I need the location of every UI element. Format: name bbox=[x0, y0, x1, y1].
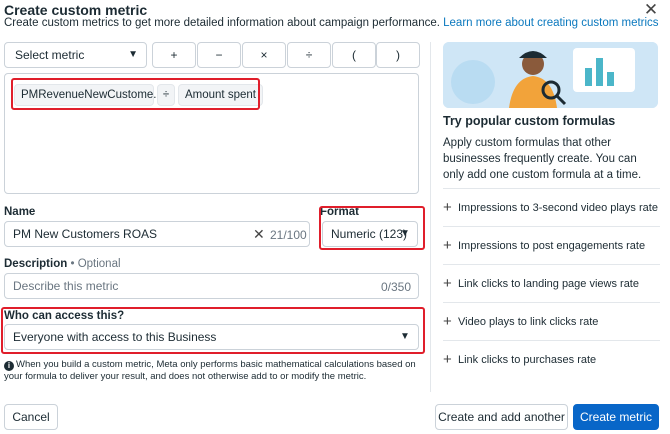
suggestion-label: Link clicks to landing page views rate bbox=[458, 277, 639, 290]
open-paren-button[interactable]: ( bbox=[332, 42, 376, 68]
suggestion-item[interactable]: + Video plays to link clicks rate bbox=[443, 302, 660, 340]
select-metric-dropdown[interactable]: Select metric ▼ bbox=[4, 42, 147, 68]
optional-text: • Optional bbox=[70, 258, 121, 270]
close-paren-button[interactable]: ) bbox=[376, 42, 420, 68]
name-label: Name bbox=[4, 206, 36, 218]
plus-icon: + bbox=[443, 275, 452, 292]
suggestion-label: Impressions to 3-second video plays rate bbox=[458, 201, 658, 214]
highlight-box bbox=[319, 206, 425, 250]
operator-divide-button[interactable]: ÷ bbox=[287, 42, 331, 68]
description-input[interactable]: Describe this metric bbox=[4, 273, 419, 299]
plus-icon: + bbox=[443, 237, 452, 254]
highlight-box bbox=[11, 78, 260, 110]
name-value: PM New Customers ROAS bbox=[13, 227, 158, 241]
divider bbox=[430, 42, 431, 392]
plus-icon: + bbox=[443, 313, 452, 330]
description-placeholder: Describe this metric bbox=[13, 279, 119, 293]
operator-plus-button[interactable]: + bbox=[152, 42, 196, 68]
close-icon[interactable]: ✕ bbox=[643, 1, 659, 18]
side-title: Try popular custom formulas bbox=[443, 114, 616, 128]
select-metric-label: Select metric bbox=[15, 48, 85, 62]
description-char-count: 0/350 bbox=[381, 280, 412, 294]
plus-icon: + bbox=[443, 199, 452, 216]
suggestion-label: Impressions to post engagements rate bbox=[458, 239, 646, 252]
create-metric-button[interactable]: Create metric bbox=[573, 404, 659, 430]
name-char-count: 21/100 bbox=[270, 228, 307, 242]
suggestion-item[interactable]: + Link clicks to purchases rate bbox=[443, 340, 660, 378]
suggestion-item[interactable]: + Impressions to post engagements rate bbox=[443, 226, 660, 264]
dialog-subtitle: Create custom metrics to get more detail… bbox=[4, 17, 659, 29]
side-description: Apply custom formulas that other busines… bbox=[443, 137, 642, 181]
dialog-title: Create custom metric bbox=[4, 2, 148, 18]
highlight-box bbox=[1, 307, 425, 354]
plus-icon: + bbox=[443, 351, 452, 368]
learn-more-link[interactable]: Learn more about creating custom metrics bbox=[443, 17, 658, 29]
operator-minus-button[interactable]: − bbox=[197, 42, 241, 68]
cancel-button[interactable]: Cancel bbox=[4, 404, 58, 430]
chevron-down-icon: ▼ bbox=[128, 49, 138, 60]
create-custom-metric-dialog: Create custom metric Create custom metri… bbox=[0, 0, 670, 434]
description-label-text: Description bbox=[4, 258, 68, 270]
suggestion-item[interactable]: + Impressions to 3-second video plays rat… bbox=[443, 188, 660, 226]
info-text: When you build a custom metric, Meta onl… bbox=[4, 359, 416, 382]
info-icon: i bbox=[4, 361, 14, 371]
description-label: Description • Optional bbox=[4, 258, 121, 270]
suggestion-label: Link clicks to purchases rate bbox=[458, 353, 597, 366]
suggestion-item[interactable]: + Link clicks to landing page views rate bbox=[443, 264, 660, 302]
clear-icon[interactable]: ✕ bbox=[253, 226, 265, 243]
suggestion-label: Video plays to link clicks rate bbox=[458, 315, 599, 328]
create-and-add-another-button[interactable]: Create and add another bbox=[435, 404, 568, 430]
illustration bbox=[443, 42, 658, 108]
info-note: i When you build a custom metric, Meta on… bbox=[4, 359, 422, 383]
operator-multiply-button[interactable]: × bbox=[242, 42, 286, 68]
subtitle-text: Create custom metrics to get more detail… bbox=[4, 17, 440, 29]
